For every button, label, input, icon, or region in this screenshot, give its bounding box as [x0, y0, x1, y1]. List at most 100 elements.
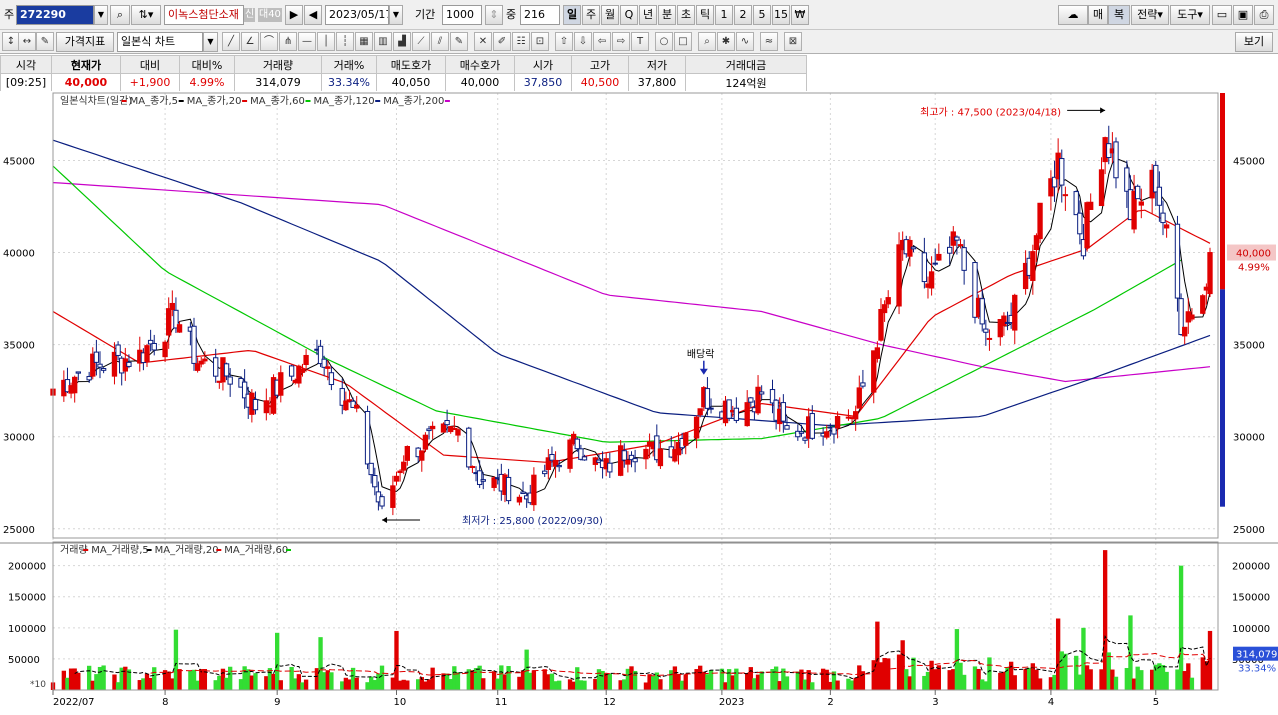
- spin-button[interactable]: ⇕: [485, 5, 503, 25]
- left-tool-button[interactable]: ⇦: [593, 32, 611, 51]
- prev-button[interactable]: ◀: [304, 5, 322, 25]
- candle-body: [1124, 167, 1130, 192]
- save-button[interactable]: ▣: [1233, 5, 1253, 25]
- candle-body: [169, 302, 175, 310]
- indicator-button[interactable]: 가격지표: [56, 32, 114, 52]
- date-picker-button[interactable]: ▼: [389, 5, 403, 25]
- pencil-tool-button[interactable]: ✐: [493, 32, 511, 51]
- date-input[interactable]: 2023/05/17: [325, 5, 389, 25]
- chart-type-dropdown[interactable]: ▼: [203, 32, 218, 52]
- sort-button[interactable]: ⇅▾: [131, 5, 161, 25]
- wave2-tool-button[interactable]: ≈: [760, 32, 778, 51]
- interval-button[interactable]: 년: [639, 5, 657, 25]
- candle-body: [419, 450, 425, 461]
- toolbar-button-single[interactable]: 매: [1088, 5, 1108, 25]
- arc-tool-button[interactable]: ⌒: [260, 32, 278, 51]
- quote-value: 37,800: [628, 73, 686, 92]
- hline-tool-button[interactable]: —: [298, 32, 316, 51]
- volume-bar: [582, 680, 587, 690]
- grid-tool-button[interactable]: ▦: [355, 32, 373, 51]
- note-tool-button[interactable]: ☷: [512, 32, 530, 51]
- print-button[interactable]: ⎙: [1254, 5, 1274, 25]
- price-legend-label: MA_종가,20: [187, 95, 242, 107]
- grid-icon: ▦: [359, 36, 369, 47]
- wave-tool-button[interactable]: ∿: [736, 32, 754, 51]
- candle-body: [440, 423, 447, 433]
- chart-area[interactable]: 2500025000300003000035000350004000040000…: [0, 91, 1278, 712]
- up-icon: ⇧: [559, 36, 569, 47]
- quote-value-row: [09:25] 40,000 +1,900 4.99% 314,079 33.34% 40,…: [0, 73, 807, 92]
- price-legend-label: MA_종가,60: [250, 95, 305, 107]
- view-button[interactable]: 보기: [1235, 32, 1273, 52]
- chart-background: [0, 91, 1278, 712]
- volume-bar: [329, 672, 334, 690]
- toolbar-button-compound[interactable]: 복: [1108, 5, 1130, 25]
- period-input[interactable]: 1000: [442, 5, 482, 25]
- code-dropdown-button[interactable]: ▼: [94, 5, 108, 25]
- right-tool-button[interactable]: ⇨: [612, 32, 630, 51]
- volume-bar: [1207, 630, 1213, 690]
- bars-tool-button[interactable]: ▥: [374, 32, 392, 51]
- interval-button[interactable]: 1: [715, 5, 733, 25]
- interval-button[interactable]: Q: [620, 5, 638, 25]
- fan-tool-button[interactable]: ⋔: [279, 32, 297, 51]
- interval-button[interactable]: 주: [582, 5, 600, 25]
- price-legend-swatch: [375, 100, 381, 102]
- interval-button[interactable]: 5: [753, 5, 771, 25]
- pen-tool-button[interactable]: ✎: [450, 32, 468, 51]
- candle-body: [227, 376, 233, 385]
- expand-button[interactable]: ↔: [18, 32, 36, 51]
- interval-button[interactable]: 일: [563, 5, 581, 25]
- quote-header: 대비%: [179, 55, 235, 74]
- interval-button[interactable]: 월: [601, 5, 619, 25]
- count-input[interactable]: 216: [520, 5, 560, 25]
- angle-tool-button[interactable]: ∠: [241, 32, 259, 51]
- right-scale-upbar: [1220, 93, 1225, 290]
- up-tool-button[interactable]: ⇧: [555, 32, 573, 51]
- strategy-button[interactable]: 전략▾: [1131, 5, 1169, 25]
- edit-button[interactable]: ✎: [36, 32, 54, 51]
- magic-tool-button[interactable]: ✱: [717, 32, 735, 51]
- open-button[interactable]: ▭: [1212, 5, 1232, 25]
- candle-body: [824, 431, 830, 438]
- next-button[interactable]: ▶: [285, 5, 303, 25]
- channel-tool-button[interactable]: ▟: [393, 32, 411, 51]
- down-tool-button[interactable]: ⇩: [574, 32, 592, 51]
- candle-body: [86, 376, 92, 381]
- fibo-tool-button[interactable]: ┆: [336, 32, 354, 51]
- volume-tick-label-left: 150000: [8, 593, 46, 604]
- candle-body: [697, 408, 703, 416]
- x-tick-label: 12: [603, 697, 616, 708]
- price-tick-label-right: 35000: [1233, 341, 1265, 352]
- chart-type-select[interactable]: 일본식 차트: [117, 32, 203, 52]
- volume-bar: [1088, 669, 1093, 690]
- interval-button[interactable]: 15: [772, 5, 790, 25]
- line-tool-button[interactable]: ╱: [222, 32, 240, 51]
- zoom-tool-button[interactable]: ⌕: [698, 32, 716, 51]
- stock-code-input[interactable]: 272290: [16, 5, 94, 25]
- tools-button[interactable]: 도구▾: [1170, 5, 1210, 25]
- cloud-button[interactable]: ☁: [1058, 5, 1088, 25]
- quote-header: 거래량: [234, 55, 322, 74]
- candle-body: [549, 454, 555, 461]
- vline-tool-button[interactable]: │: [317, 32, 335, 51]
- text-tool-button[interactable]: T: [631, 32, 649, 51]
- interval-button[interactable]: 2: [734, 5, 752, 25]
- search-button[interactable]: ⌕: [110, 5, 130, 25]
- candle-body: [983, 328, 989, 333]
- candlestick-chart[interactable]: 2500025000300003000035000350004000040000…: [0, 91, 1278, 712]
- select-tool-button[interactable]: ⊡: [531, 32, 549, 51]
- interval-button[interactable]: 초: [677, 5, 695, 25]
- delete-tool-button[interactable]: ⊠: [784, 32, 802, 51]
- parallel-tool-button[interactable]: ⫽: [431, 32, 449, 51]
- cross-tool-button[interactable]: ✕: [474, 32, 492, 51]
- interval-button[interactable]: 틱: [696, 5, 714, 25]
- square-tool-button[interactable]: □: [674, 32, 692, 51]
- interval-button[interactable]: ₩: [791, 5, 809, 25]
- quote-header: 현재가: [51, 55, 121, 74]
- volume-bar: [658, 679, 663, 690]
- candle-body: [1077, 212, 1083, 235]
- circle-tool-button[interactable]: ○: [655, 32, 673, 51]
- trend-tool-button[interactable]: ⟋: [412, 32, 430, 51]
- interval-button[interactable]: 분: [658, 5, 676, 25]
